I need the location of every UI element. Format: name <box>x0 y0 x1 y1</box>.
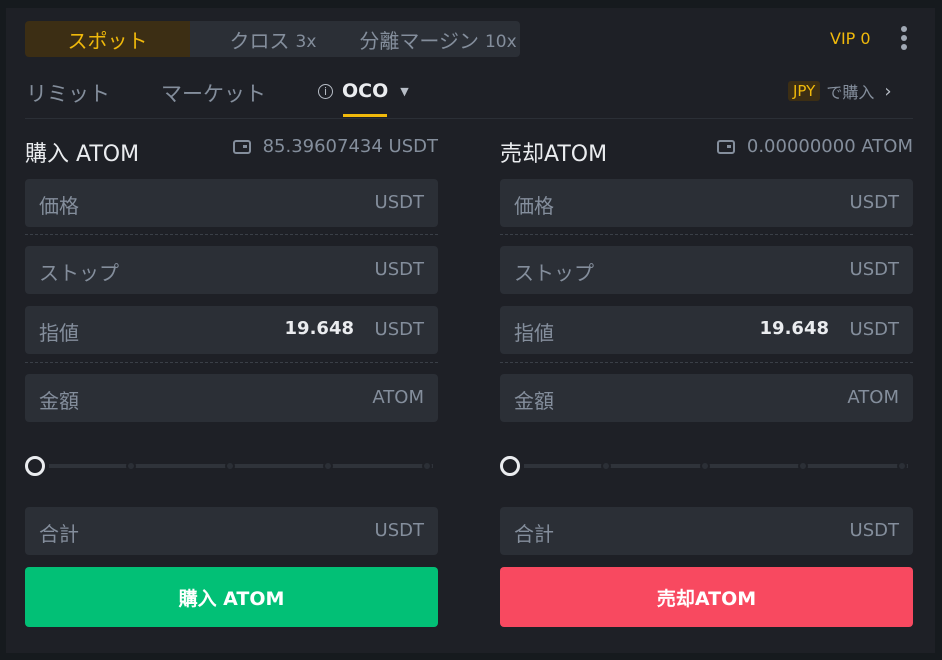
slider-tick-75[interactable] <box>798 461 808 471</box>
tab-oco-label: OCO <box>342 80 389 102</box>
field-divider <box>500 234 913 235</box>
buy-stop-input[interactable]: ストップ USDT <box>25 246 438 294</box>
slider-tick-100[interactable] <box>422 461 432 471</box>
sell-total-input[interactable]: 合計 USDT <box>500 507 913 555</box>
tab-limit[interactable]: リミット <box>26 78 110 108</box>
slider-tick-50[interactable] <box>225 461 235 471</box>
buy-total-unit: USDT <box>374 520 424 541</box>
slider-tick-50[interactable] <box>700 461 710 471</box>
sell-price-unit: USDT <box>849 192 899 213</box>
buy-limit-unit: USDT <box>374 319 424 340</box>
field-divider <box>25 234 438 235</box>
margin-mode-tabs: スポット クロス 3x 分離マージン 10x <box>25 21 520 57</box>
sell-limit-label: 指値 <box>514 321 554 345</box>
sell-balance: 0.00000000 ATOM <box>716 136 913 157</box>
sell-total-unit: USDT <box>849 520 899 541</box>
buy-price-unit: USDT <box>374 192 424 213</box>
tab-spot[interactable]: スポット <box>25 21 190 57</box>
buy-total-label: 合計 <box>39 522 79 546</box>
tab-isolated-label: 分離マージン <box>359 28 479 53</box>
slider-handle[interactable] <box>25 456 45 476</box>
slider-track[interactable] <box>49 464 433 468</box>
slider-tick-25[interactable] <box>601 461 611 471</box>
buy-amount-unit: ATOM <box>372 387 424 408</box>
sell-button[interactable]: 売却ATOM <box>500 567 913 627</box>
tab-cross[interactable]: クロス 3x <box>190 21 356 57</box>
sell-limit-input[interactable]: 指値 19.648 USDT <box>500 306 913 354</box>
tab-isolated-margin[interactable]: 分離マージン 10x <box>356 21 520 57</box>
sell-amount-unit: ATOM <box>847 387 899 408</box>
buy-stop-unit: USDT <box>374 259 424 280</box>
tab-spot-label: スポット <box>67 28 148 53</box>
sell-total-label: 合計 <box>514 522 554 546</box>
buy-limit-value: 19.648 <box>284 318 354 339</box>
jpy-badge: JPY <box>788 81 821 101</box>
buy-amount-input[interactable]: 金額 ATOM <box>25 374 438 422</box>
sell-title: 売却ATOM <box>500 142 608 167</box>
chevron-right-icon: › <box>884 80 892 102</box>
more-options-icon[interactable] <box>899 26 909 52</box>
buy-limit-input[interactable]: 指値 19.648 USDT <box>25 306 438 354</box>
isolated-leverage: 10x <box>484 32 517 52</box>
sell-balance-value: 0.00000000 ATOM <box>746 136 913 157</box>
sell-price-label: 価格 <box>514 194 554 218</box>
active-tab-indicator <box>343 114 387 117</box>
slider-tick-75[interactable] <box>323 461 333 471</box>
sell-stop-label: ストップ <box>514 261 594 285</box>
buy-total-input[interactable]: 合計 USDT <box>25 507 438 555</box>
buy-price-label: 価格 <box>39 194 79 218</box>
vip-level-link[interactable]: VIP 0 <box>830 29 871 48</box>
sell-limit-value: 19.648 <box>759 318 829 339</box>
slider-tick-25[interactable] <box>126 461 136 471</box>
sell-amount-input[interactable]: 金額 ATOM <box>500 374 913 422</box>
field-divider <box>500 362 913 363</box>
tab-cross-label: クロス <box>229 28 290 53</box>
sell-amount-label: 金額 <box>514 389 554 413</box>
wallet-icon <box>232 139 251 154</box>
sell-limit-unit: USDT <box>849 319 899 340</box>
buy-amount-label: 金額 <box>39 389 79 413</box>
caret-down-icon[interactable]: ▼ <box>400 85 408 98</box>
slider-track[interactable] <box>524 464 908 468</box>
buy-title: 購入 ATOM <box>25 142 140 167</box>
buy-amount-slider[interactable] <box>25 456 438 476</box>
info-icon[interactable]: i <box>318 83 333 99</box>
wallet-icon <box>716 139 735 154</box>
buy-button[interactable]: 購入 ATOM <box>25 567 438 627</box>
buy-price-input[interactable]: 価格 USDT <box>25 179 438 227</box>
cross-leverage: 3x <box>295 32 317 52</box>
slider-handle[interactable] <box>500 456 520 476</box>
buy-limit-label: 指値 <box>39 321 79 345</box>
sell-stop-unit: USDT <box>849 259 899 280</box>
tab-market[interactable]: マーケット <box>161 78 266 108</box>
sell-price-input[interactable]: 価格 USDT <box>500 179 913 227</box>
buy-with-jpy-label: で購入 <box>826 83 875 102</box>
divider <box>25 118 913 119</box>
buy-balance-value: 85.39607434 USDT <box>262 136 438 157</box>
sell-stop-input[interactable]: ストップ USDT <box>500 246 913 294</box>
slider-tick-100[interactable] <box>897 461 907 471</box>
sell-amount-slider[interactable] <box>500 456 913 476</box>
buy-balance: 85.39607434 USDT <box>232 136 438 157</box>
tab-oco[interactable]: i OCO ▼ <box>318 80 409 102</box>
buy-with-jpy-link[interactable]: JPY で購入 › <box>788 79 892 103</box>
buy-stop-label: ストップ <box>39 261 119 285</box>
field-divider <box>25 362 438 363</box>
